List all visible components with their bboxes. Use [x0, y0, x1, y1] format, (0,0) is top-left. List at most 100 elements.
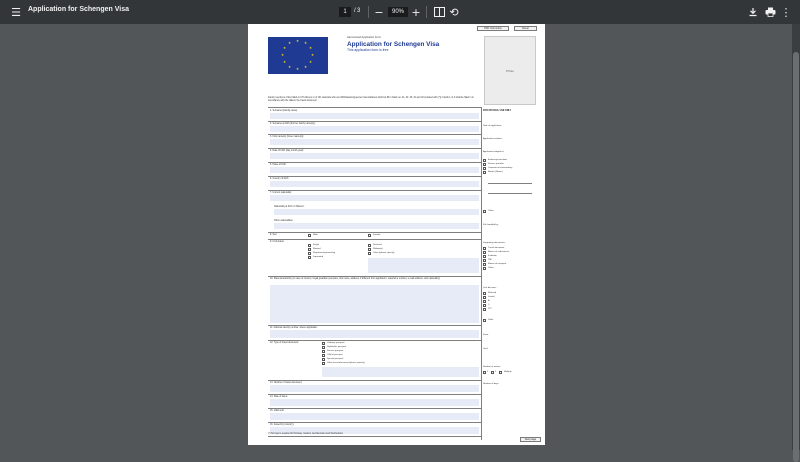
date-of-issue-input[interactable]	[270, 399, 479, 406]
civil-separated-label: Separated	[313, 256, 324, 258]
row-divider	[268, 162, 481, 163]
civil-partnership-checkbox[interactable]	[308, 252, 311, 255]
official-use-heading: FOR OFFICIAL USE ONLY	[483, 110, 512, 112]
support-subsistence-checkbox[interactable]	[483, 251, 486, 254]
download-icon[interactable]	[745, 4, 761, 20]
decision-ltv-checkbox[interactable]	[483, 308, 486, 311]
decision-refused-label: Refused	[488, 292, 497, 294]
civil-widow-checkbox[interactable]	[368, 248, 371, 251]
reset-button[interactable]: Reset	[514, 26, 537, 31]
civil-other-checkbox[interactable]	[368, 252, 371, 255]
entries-multiple-checkbox[interactable]	[499, 371, 502, 374]
notice-text: Family members of EU, EEA or CH citizens…	[268, 97, 474, 103]
civil-single-checkbox[interactable]	[308, 244, 311, 247]
surname-label: 1. Surname (Family name):	[270, 110, 298, 112]
support-invitation-label: Invitation	[488, 255, 497, 257]
doc-other-input[interactable]	[322, 367, 479, 377]
first-name-input[interactable]	[270, 139, 479, 145]
doc-special-checkbox[interactable]	[322, 358, 325, 361]
civil-widow-label: Widow(er)	[373, 248, 383, 250]
row-divider	[268, 190, 481, 191]
issued-by-label: 16. Issued by (country):	[270, 424, 295, 426]
entries-2-checkbox[interactable]	[491, 371, 494, 374]
current-nationality-input[interactable]	[270, 195, 479, 201]
row-divider	[268, 276, 481, 277]
zoom-input[interactable]: 90%	[388, 7, 408, 17]
lodged-service-provider-checkbox[interactable]	[483, 163, 486, 166]
vertical-scrollbar[interactable]	[792, 24, 800, 462]
entries-1-checkbox[interactable]	[483, 371, 486, 374]
civil-divorced-label: Divorced	[373, 244, 382, 246]
sex-male-checkbox[interactable]	[308, 234, 311, 237]
civil-separated-checkbox[interactable]	[308, 256, 311, 259]
support-tmi-label: TMI	[488, 259, 492, 261]
decision-valid-checkbox[interactable]	[483, 319, 486, 322]
place-of-birth-input[interactable]	[270, 167, 479, 173]
lodged-embassy-checkbox[interactable]	[483, 159, 486, 162]
lodged-intermediary-checkbox[interactable]	[483, 167, 486, 170]
menu-icon[interactable]: ☰	[8, 4, 24, 20]
row-divider	[268, 176, 481, 177]
decision-a-label: A	[488, 300, 490, 302]
civil-married-checkbox[interactable]	[308, 248, 311, 251]
print-glyph	[765, 7, 775, 17]
more-options-icon[interactable]: ⋮	[778, 4, 794, 20]
doc-official-checkbox[interactable]	[322, 354, 325, 357]
star-icon: ★	[304, 41, 308, 45]
travel-doc-number-input[interactable]	[270, 385, 479, 392]
surname-input[interactable]	[270, 113, 479, 119]
rotate-icon[interactable]: ⟲	[446, 4, 462, 20]
print-icon[interactable]	[762, 4, 778, 20]
sex-female-checkbox[interactable]	[368, 234, 371, 237]
country-of-birth-input[interactable]	[270, 181, 479, 187]
application-number-label: Application number:	[483, 138, 503, 140]
number-of-days-label: Number of days:	[483, 383, 500, 385]
page-number-input[interactable]: 1	[339, 7, 351, 17]
date-of-birth-input[interactable]	[270, 153, 479, 159]
doc-diplomatic-checkbox[interactable]	[322, 346, 325, 349]
fit-page-glyph	[433, 7, 445, 17]
parental-authority-input[interactable]	[270, 285, 479, 323]
civil-divorced-checkbox[interactable]	[368, 244, 371, 247]
number-of-entries-label: Number of entries:	[483, 366, 501, 368]
national-id-input[interactable]	[270, 330, 479, 338]
zoom-out-icon[interactable]: −	[371, 4, 387, 20]
visa-decision-label: Visa decision:	[483, 287, 497, 289]
support-tmi-checkbox[interactable]	[483, 259, 486, 262]
surname-at-birth-input[interactable]	[270, 126, 479, 132]
other-nationalities-input[interactable]	[274, 223, 479, 229]
support-subsistence-label: Means of subsistence	[488, 251, 510, 253]
support-travel-doc-checkbox[interactable]	[483, 247, 486, 250]
valid-until-input[interactable]	[270, 413, 479, 420]
civil-other-input[interactable]	[368, 258, 479, 273]
travel-doc-type-label: 12. Type of travel document:	[270, 342, 299, 344]
doc-ordinary-label: Ordinary passport	[327, 342, 345, 344]
decision-issued-checkbox[interactable]	[483, 296, 486, 299]
row-divider	[268, 408, 481, 409]
next-page-button[interactable]: Next page	[520, 437, 541, 442]
lodged-border-checkbox[interactable]	[483, 171, 486, 174]
support-invitation-checkbox[interactable]	[483, 255, 486, 258]
doc-other-checkbox[interactable]	[322, 362, 325, 365]
row-divider	[268, 121, 481, 122]
decision-a-checkbox[interactable]	[483, 300, 486, 303]
support-other-checkbox[interactable]	[483, 267, 486, 270]
support-transport-checkbox[interactable]	[483, 263, 486, 266]
from-label: From:	[483, 334, 489, 336]
footnote: (*) No logo is required for Norway, Icel…	[268, 433, 344, 435]
doc-service-checkbox[interactable]	[322, 350, 325, 353]
doc-ordinary-checkbox[interactable]	[322, 342, 325, 345]
decision-refused-checkbox[interactable]	[483, 292, 486, 295]
decision-c-label: C	[488, 304, 490, 306]
column-divider	[481, 107, 482, 440]
lodged-other-checkbox[interactable]	[483, 210, 486, 213]
nationality-at-birth-input[interactable]	[274, 209, 479, 215]
decision-c-checkbox[interactable]	[483, 304, 486, 307]
star-icon: ★	[281, 53, 285, 57]
zoom-in-icon[interactable]: +	[408, 4, 424, 20]
print-instructions-button[interactable]: PDF Instruction	[477, 26, 509, 31]
scrollbar-thumb[interactable]	[793, 52, 799, 462]
first-name-label: 3. First name(s) (Given name(s)):	[270, 136, 304, 138]
fit-page-icon[interactable]	[431, 4, 447, 20]
civil-partnership-label: Registered partnership	[313, 252, 336, 254]
